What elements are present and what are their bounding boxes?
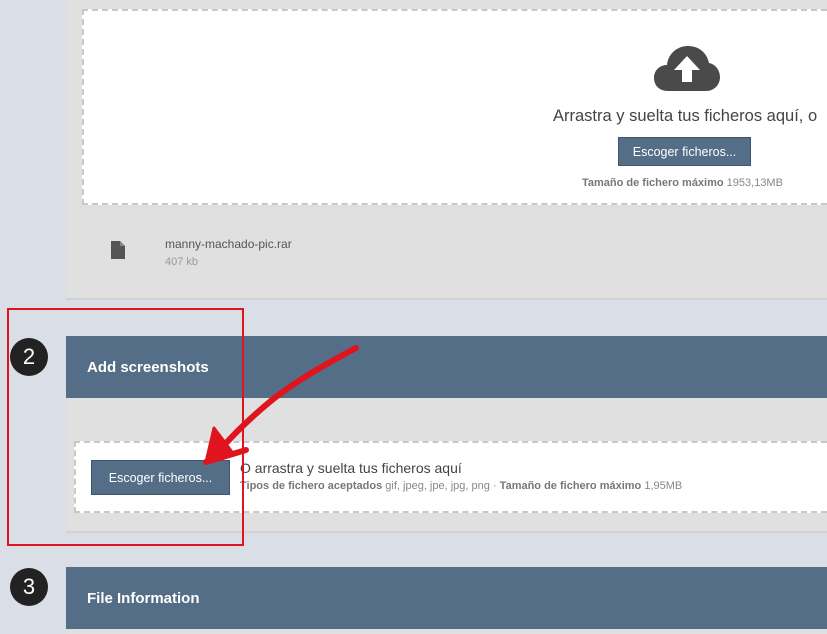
- file-icon: [111, 241, 125, 259]
- accepted-types-value: gif, jpeg, jpe, jpg, png: [385, 480, 490, 492]
- max-file-size: Tamaño de fichero máximo 1953,13MB: [582, 177, 783, 189]
- max-size-label: Tamaño de fichero máximo: [582, 177, 724, 189]
- add-screenshots-header: Add screenshots: [66, 336, 827, 398]
- drop-instructions: Arrastra y suelta tus ficheros aquí, o: [553, 107, 818, 125]
- section-title: Add screenshots: [87, 358, 209, 376]
- accepted-types-label: Tipos de fichero aceptados: [240, 480, 383, 492]
- step-number-2: 2: [10, 338, 48, 376]
- file-information-card: [66, 629, 827, 634]
- uploaded-file-size: 407 kb: [165, 256, 199, 268]
- max-size-label: Tamaño de fichero máximo: [499, 480, 642, 492]
- file-information-header: File Information: [66, 567, 827, 629]
- cloud-upload-icon: [654, 46, 720, 91]
- section-title: File Information: [87, 589, 200, 607]
- choose-screenshots-button[interactable]: Escoger ficheros...: [91, 460, 230, 495]
- step-number-3: 3: [10, 568, 48, 606]
- max-size-value: 1,95MB: [644, 480, 683, 492]
- choose-files-button[interactable]: Escoger ficheros...: [618, 137, 751, 166]
- separator: ·: [492, 480, 497, 492]
- max-size-value: 1953,13MB: [726, 177, 783, 189]
- screenshots-drop-instructions: O arrastra y suelta tus ficheros aquí: [240, 460, 462, 476]
- accepted-file-types: Tipos de fichero aceptados gif, jpeg, jp…: [240, 480, 682, 492]
- uploaded-file-name: manny-machado-pic.rar: [165, 237, 292, 251]
